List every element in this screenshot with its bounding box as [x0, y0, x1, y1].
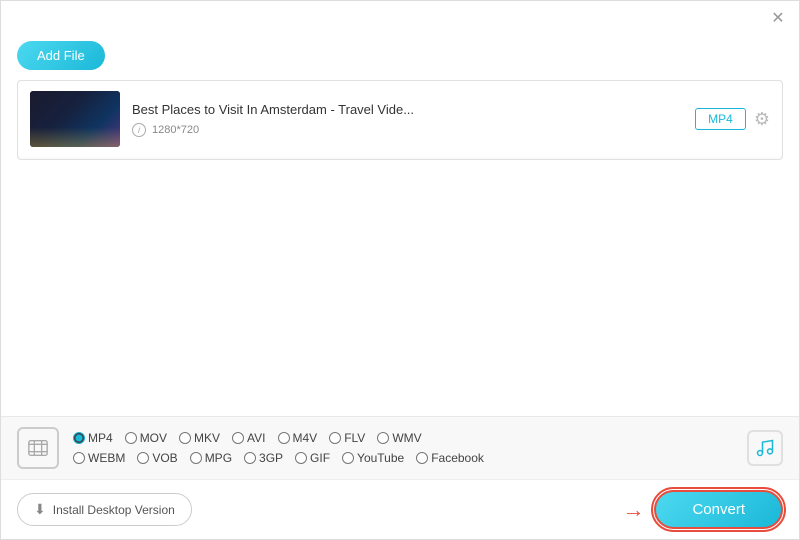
- label-mov: MOV: [140, 431, 167, 445]
- format-vob[interactable]: VOB: [137, 451, 177, 465]
- format-youtube[interactable]: YouTube: [342, 451, 404, 465]
- label-gif: GIF: [310, 451, 330, 465]
- music-icon[interactable]: [747, 430, 783, 466]
- format-row-2: WEBM VOB MPG 3GP GIF: [73, 451, 747, 465]
- label-m4v: M4V: [293, 431, 318, 445]
- format-selector: MP4 MOV MKV AVI M4V: [1, 417, 799, 479]
- file-item: Best Places to Visit In Amsterdam - Trav…: [18, 81, 782, 157]
- thumbnail-image: [30, 91, 120, 147]
- label-wmv: WMV: [392, 431, 421, 445]
- format-mp4[interactable]: MP4: [73, 431, 113, 445]
- install-button[interactable]: ⬇ Install Desktop Version: [17, 493, 192, 526]
- arrow-icon: →: [622, 497, 644, 523]
- radio-youtube[interactable]: [342, 452, 354, 464]
- file-actions: MP4 ⚙: [695, 108, 770, 130]
- middle-area: [1, 160, 799, 380]
- radio-flv[interactable]: [329, 432, 341, 444]
- settings-icon[interactable]: ⚙: [754, 109, 770, 130]
- format-mpg[interactable]: MPG: [190, 451, 232, 465]
- format-facebook[interactable]: Facebook: [416, 451, 484, 465]
- radio-webm[interactable]: [73, 452, 85, 464]
- radio-mov[interactable]: [125, 432, 137, 444]
- label-vob: VOB: [152, 451, 177, 465]
- format-m4v[interactable]: M4V: [278, 431, 318, 445]
- format-options: MP4 MOV MKV AVI M4V: [73, 431, 747, 465]
- bottom-panel: MP4 MOV MKV AVI M4V: [1, 416, 799, 539]
- thumbnail-overlay: [30, 127, 120, 147]
- format-webm[interactable]: WEBM: [73, 451, 125, 465]
- format-gif[interactable]: GIF: [295, 451, 330, 465]
- file-thumbnail: [30, 91, 120, 147]
- file-list: Best Places to Visit In Amsterdam - Trav…: [17, 80, 783, 160]
- file-info: Best Places to Visit In Amsterdam - Trav…: [120, 102, 695, 137]
- format-3gp[interactable]: 3GP: [244, 451, 283, 465]
- file-name: Best Places to Visit In Amsterdam - Trav…: [132, 102, 683, 117]
- format-wmv[interactable]: WMV: [377, 431, 421, 445]
- file-meta: i 1280*720: [132, 123, 683, 137]
- toolbar: Add File: [1, 35, 799, 80]
- radio-3gp[interactable]: [244, 452, 256, 464]
- radio-mkv[interactable]: [179, 432, 191, 444]
- info-icon[interactable]: i: [132, 123, 146, 137]
- label-youtube: YouTube: [357, 451, 404, 465]
- label-facebook: Facebook: [431, 451, 484, 465]
- format-badge[interactable]: MP4: [695, 108, 746, 130]
- radio-mp4[interactable]: [73, 432, 85, 444]
- download-icon: ⬇: [34, 501, 46, 518]
- radio-avi[interactable]: [232, 432, 244, 444]
- label-flv: FLV: [344, 431, 365, 445]
- video-format-icon: [17, 427, 59, 469]
- label-mkv: MKV: [194, 431, 220, 445]
- format-avi[interactable]: AVI: [232, 431, 265, 445]
- add-file-button[interactable]: Add File: [17, 41, 105, 70]
- radio-wmv[interactable]: [377, 432, 389, 444]
- install-label: Install Desktop Version: [53, 503, 175, 517]
- label-3gp: 3GP: [259, 451, 283, 465]
- action-bar: ⬇ Install Desktop Version → Convert: [1, 479, 799, 539]
- radio-vob[interactable]: [137, 452, 149, 464]
- label-mp4: MP4: [88, 431, 113, 445]
- format-mkv[interactable]: MKV: [179, 431, 220, 445]
- radio-facebook[interactable]: [416, 452, 428, 464]
- label-avi: AVI: [247, 431, 265, 445]
- radio-gif[interactable]: [295, 452, 307, 464]
- radio-mpg[interactable]: [190, 452, 202, 464]
- label-mpg: MPG: [205, 451, 232, 465]
- file-resolution: 1280*720: [152, 124, 199, 136]
- format-mov[interactable]: MOV: [125, 431, 167, 445]
- label-webm: WEBM: [88, 451, 125, 465]
- title-bar: ✕: [1, 1, 799, 35]
- format-row-1: MP4 MOV MKV AVI M4V: [73, 431, 747, 445]
- close-button[interactable]: ✕: [769, 9, 787, 27]
- convert-area: → Convert: [622, 490, 783, 529]
- radio-m4v[interactable]: [278, 432, 290, 444]
- format-flv[interactable]: FLV: [329, 431, 365, 445]
- convert-button[interactable]: Convert: [654, 490, 783, 529]
